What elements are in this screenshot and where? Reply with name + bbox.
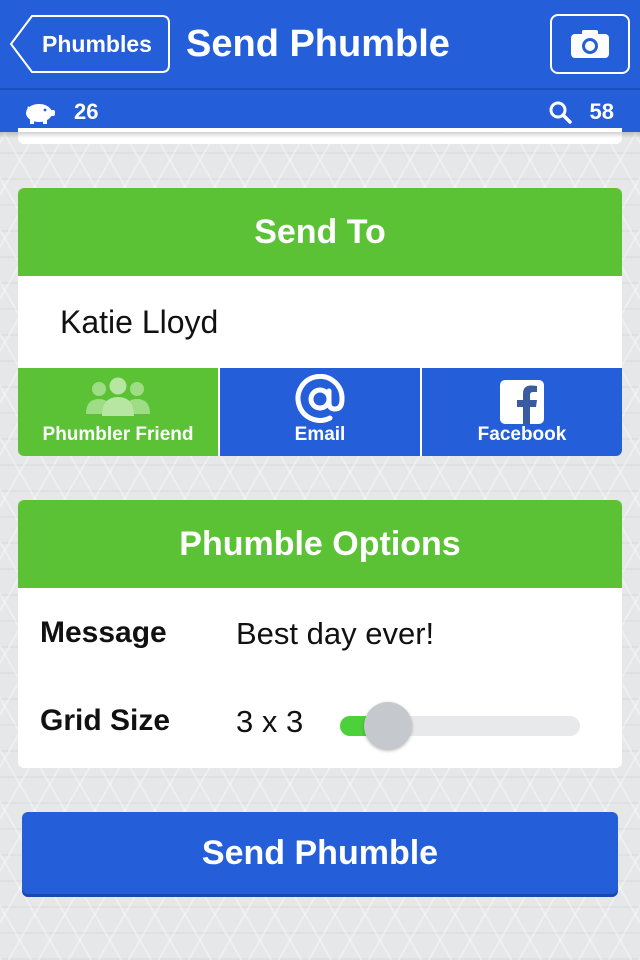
send-to-header: Send To bbox=[18, 188, 622, 276]
facebook-label: Facebook bbox=[477, 424, 567, 445]
grid-size-slider[interactable] bbox=[340, 702, 580, 750]
coin-count: 26 bbox=[74, 99, 99, 124]
send-phumble-button[interactable]: Send Phumble bbox=[22, 812, 618, 894]
message-row: Message Best day ever! bbox=[18, 588, 622, 676]
back-button-label: Phumbles bbox=[42, 31, 152, 57]
status-strip-shadow bbox=[0, 132, 640, 138]
email-label: Email bbox=[294, 424, 346, 445]
camera-button[interactable] bbox=[550, 14, 630, 74]
back-button[interactable]: Phumbles bbox=[10, 15, 170, 73]
grid-size-label: Grid Size bbox=[40, 704, 171, 737]
send-method-tabs: Phumbler Friend Email Facebook bbox=[18, 368, 622, 456]
message-field[interactable]: Best day ever! bbox=[236, 616, 434, 652]
phumble-options-card: Phumble Options Message Best day ever! G… bbox=[18, 500, 622, 768]
recipient-field[interactable]: Katie Lloyd bbox=[18, 276, 622, 368]
email-tab[interactable]: Email bbox=[218, 368, 420, 456]
search-icon[interactable] bbox=[548, 100, 572, 124]
options-header: Phumble Options bbox=[18, 500, 622, 588]
send-to-card: Send To Katie Lloyd Phumbler Friend Emai… bbox=[18, 188, 622, 456]
page-title: Send Phumble bbox=[186, 23, 450, 65]
facebook-icon bbox=[500, 380, 544, 424]
phumbler-friend-label: Phumbler Friend bbox=[42, 424, 194, 445]
navigation-bar: Phumbles Send Phumble bbox=[0, 0, 640, 88]
at-sign-icon bbox=[295, 374, 345, 423]
friends-icon bbox=[86, 377, 150, 416]
search-count: 58 bbox=[589, 99, 614, 124]
phumbler-friend-tab[interactable]: Phumbler Friend bbox=[18, 368, 218, 456]
message-label: Message bbox=[40, 616, 167, 649]
grid-size-slider-thumb[interactable] bbox=[364, 702, 412, 750]
facebook-tab[interactable]: Facebook bbox=[420, 368, 622, 456]
status-strip: 26 58 bbox=[0, 88, 640, 132]
piggy-bank-icon bbox=[26, 104, 55, 124]
grid-size-row: Grid Size 3 x 3 bbox=[18, 676, 622, 764]
camera-icon bbox=[571, 30, 609, 58]
grid-size-value: 3 x 3 bbox=[236, 704, 304, 739]
